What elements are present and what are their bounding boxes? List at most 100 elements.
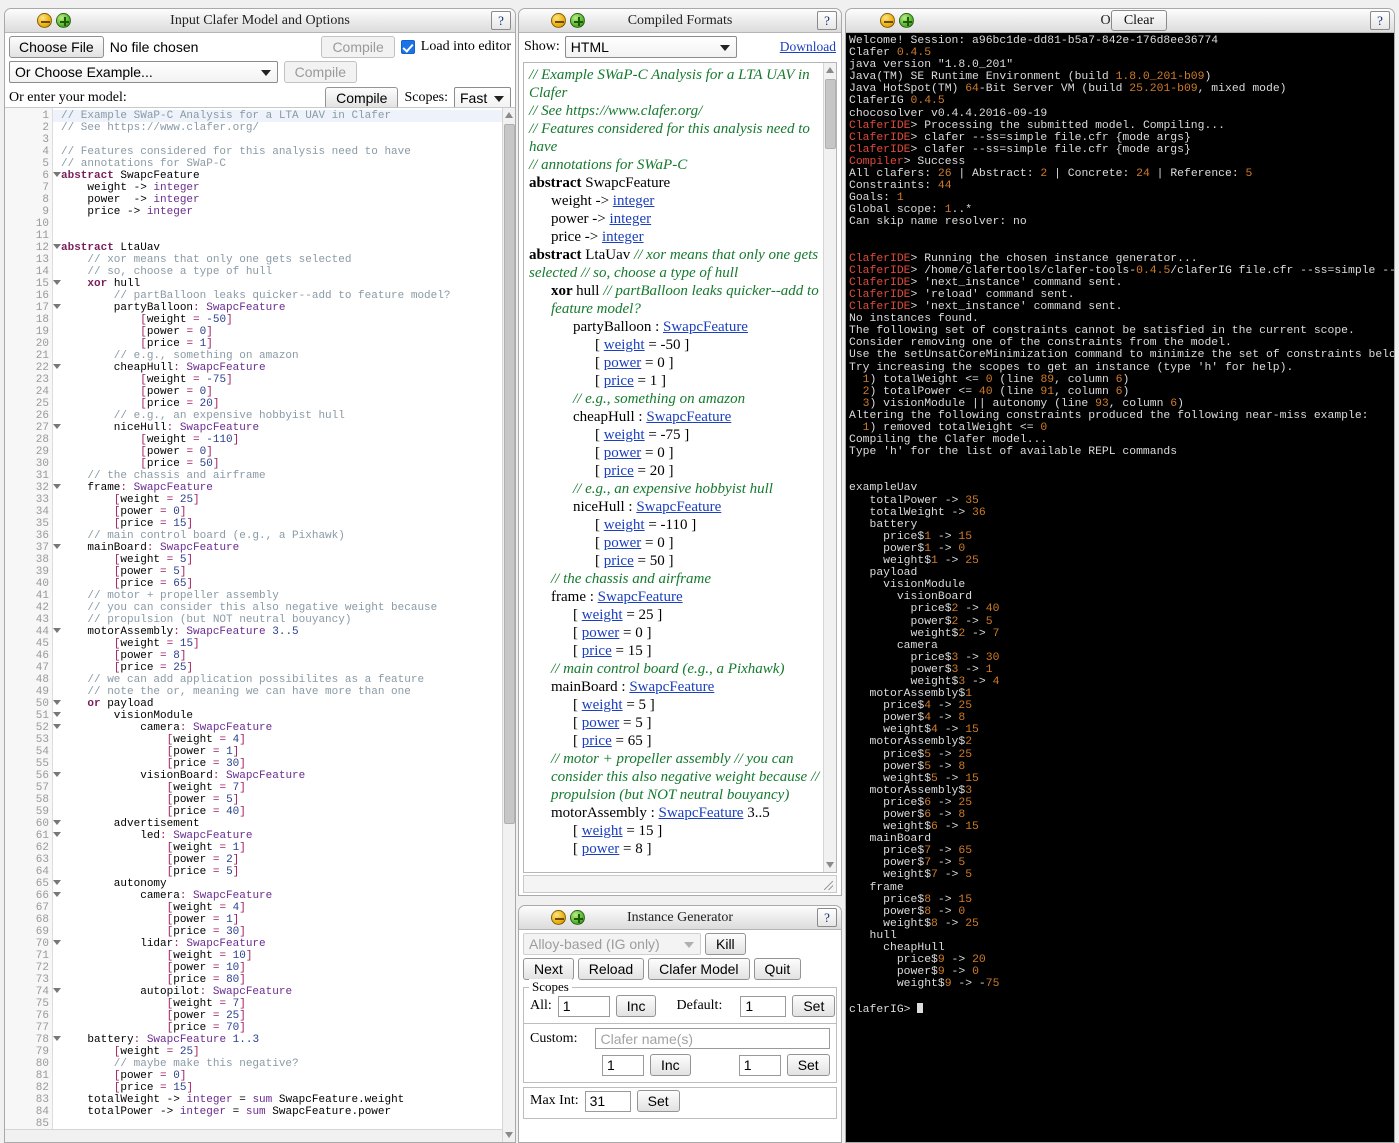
- format-select[interactable]: HTML: [564, 36, 737, 58]
- line-number: 46: [35, 650, 49, 662]
- clafer-link[interactable]: integer: [609, 211, 651, 227]
- load-into-editor-checkbox[interactable]: [400, 40, 415, 54]
- clafer-link[interactable]: price: [582, 643, 612, 659]
- clafer-link[interactable]: power: [582, 841, 620, 857]
- clafer-link[interactable]: SwapcFeature: [598, 589, 683, 605]
- terminal-line: ClaferIDE> clafer --ss=simple file.cfr {…: [849, 143, 1191, 156]
- output-terminal[interactable]: Welcome! Session: a96bc1de-dd81-b5a7-842…: [846, 33, 1394, 1142]
- default-scope-input[interactable]: [740, 995, 787, 1017]
- terminal-line: weight$8 -> 25: [849, 917, 979, 930]
- scroll-down-icon[interactable]: [826, 862, 834, 868]
- scroll-up-icon[interactable]: [826, 67, 834, 73]
- load-into-editor-label: Load into editor: [420, 39, 511, 54]
- custom-set-input[interactable]: [738, 1054, 781, 1076]
- code-line: motorAssembly: SwapcFeature 3..5: [61, 626, 299, 638]
- clafer-link[interactable]: integer: [602, 229, 644, 245]
- clear-button[interactable]: Clear: [1110, 10, 1168, 31]
- quit-button[interactable]: Quit: [753, 958, 802, 980]
- all-scope-input[interactable]: [557, 995, 610, 1017]
- code-line: totalWeight -> integer = sum SwapcFeatur…: [61, 1094, 405, 1106]
- compiled-html-output[interactable]: // Example SWaP-C Analysis for a LTA UAV…: [523, 62, 837, 873]
- compiled-line: [ weight = -75 ]: [595, 427, 690, 443]
- custom-set-button[interactable]: Set: [786, 1054, 830, 1076]
- code-line: [price = 20]: [140, 398, 220, 410]
- maxint-set-button[interactable]: Set: [636, 1090, 680, 1112]
- clafer-link[interactable]: power: [582, 625, 620, 641]
- compiled-vertical-scrollbar[interactable]: [823, 63, 836, 872]
- example-select[interactable]: Or Choose Example...: [9, 61, 278, 83]
- clafer-link[interactable]: integer: [613, 193, 655, 209]
- minimize-icon[interactable]: [551, 13, 566, 28]
- help-icon[interactable]: ?: [817, 908, 837, 927]
- clafer-model-button[interactable]: Clafer Model: [648, 958, 750, 980]
- code-line: abstract LtaUav: [61, 242, 161, 254]
- editor-scroll-thumb[interactable]: [504, 124, 515, 824]
- reload-button[interactable]: Reload: [577, 958, 645, 980]
- custom-inc-input[interactable]: [602, 1054, 644, 1076]
- minimize-icon[interactable]: [551, 910, 566, 925]
- scroll-up-icon[interactable]: [505, 112, 513, 118]
- maximize-icon[interactable]: [899, 13, 914, 28]
- terminal-line: visionBoard: [849, 591, 973, 604]
- clafer-link[interactable]: price: [604, 463, 634, 479]
- custom-inc-button[interactable]: Inc: [650, 1054, 691, 1076]
- code-line: [price = 70]: [166, 1022, 246, 1034]
- code-line: [power = 0]: [140, 446, 213, 458]
- maxint-input[interactable]: [584, 1090, 631, 1112]
- scopes-select[interactable]: Fast: [454, 87, 511, 109]
- next-button[interactable]: Next: [523, 958, 574, 980]
- terminal-line: weight$5 -> 15: [849, 772, 979, 785]
- terminal-line: All clafers: 26 | Abstract: 2 | Concrete…: [849, 168, 1253, 181]
- clafer-link[interactable]: weight: [604, 337, 645, 353]
- choose-file-button[interactable]: Choose File: [9, 36, 104, 58]
- clafer-link[interactable]: weight: [582, 823, 623, 839]
- clafer-link[interactable]: SwapcFeature: [659, 805, 744, 821]
- code-text-area[interactable]: // Example SWaP-C Analysis for a LTA UAV…: [53, 108, 515, 1142]
- clafer-link[interactable]: price: [604, 553, 634, 569]
- clafer-link[interactable]: weight: [604, 517, 645, 533]
- clafer-link[interactable]: SwapcFeature: [663, 319, 748, 335]
- maximize-icon[interactable]: [570, 13, 585, 28]
- terminal-line: Try increasing the scopes to get an inst…: [849, 361, 1294, 374]
- clafer-link[interactable]: power: [604, 535, 642, 551]
- line-number: 37: [5, 542, 61, 554]
- line-number: 73: [35, 974, 49, 986]
- clafer-link[interactable]: price: [582, 733, 612, 749]
- all-inc-button[interactable]: Inc: [615, 995, 657, 1017]
- maximize-icon[interactable]: [56, 13, 71, 28]
- code-editor[interactable]: 1 2 3 4 5 6 7 8 9 10 11 12 13 14 15 16 17 18 19 20 21 22 23 24 2…: [5, 107, 515, 1142]
- minimize-icon[interactable]: [880, 13, 895, 28]
- line-number: 6: [5, 170, 61, 182]
- clafer-link[interactable]: weight: [604, 427, 645, 443]
- help-icon[interactable]: ?: [1369, 11, 1390, 30]
- help-icon[interactable]: ?: [491, 11, 511, 30]
- clafer-link[interactable]: weight: [582, 697, 623, 713]
- scroll-down-icon[interactable]: [505, 1132, 513, 1138]
- terminal-line: ClaferIDE> Running the chosen instance g…: [849, 252, 1198, 265]
- editor-horizontal-scrollbar[interactable]: [5, 1129, 502, 1142]
- clafer-link[interactable]: SwapcFeature: [646, 409, 731, 425]
- clafer-link[interactable]: SwapcFeature: [636, 499, 721, 515]
- editor-vertical-scrollbar[interactable]: [502, 108, 515, 1142]
- line-number: 53: [35, 734, 49, 746]
- compiled-line: // See https://www.clafer.org/: [529, 103, 703, 119]
- clafer-link[interactable]: price: [604, 373, 634, 389]
- compiled-panel-resizer[interactable]: [523, 875, 837, 893]
- kill-button[interactable]: Kill: [705, 933, 746, 955]
- minimize-icon[interactable]: [37, 13, 52, 28]
- clafer-link[interactable]: SwapcFeature: [629, 679, 714, 695]
- default-set-button[interactable]: Set: [792, 995, 836, 1017]
- clafer-link[interactable]: power: [582, 715, 620, 731]
- help-icon[interactable]: ?: [817, 11, 837, 30]
- terminal-line: price$6 -> 25: [849, 796, 973, 809]
- custom-clafer-names-input[interactable]: [595, 1028, 830, 1049]
- terminal-line: motorAssembly$3: [849, 784, 973, 797]
- maximize-icon[interactable]: [570, 910, 585, 925]
- clafer-link[interactable]: power: [604, 445, 642, 461]
- clafer-link[interactable]: weight: [582, 607, 623, 623]
- download-link[interactable]: Download: [780, 39, 836, 55]
- clafer-link[interactable]: power: [604, 355, 642, 371]
- compiled-scroll-thumb[interactable]: [825, 79, 836, 149]
- compile-button[interactable]: Compile: [325, 87, 399, 109]
